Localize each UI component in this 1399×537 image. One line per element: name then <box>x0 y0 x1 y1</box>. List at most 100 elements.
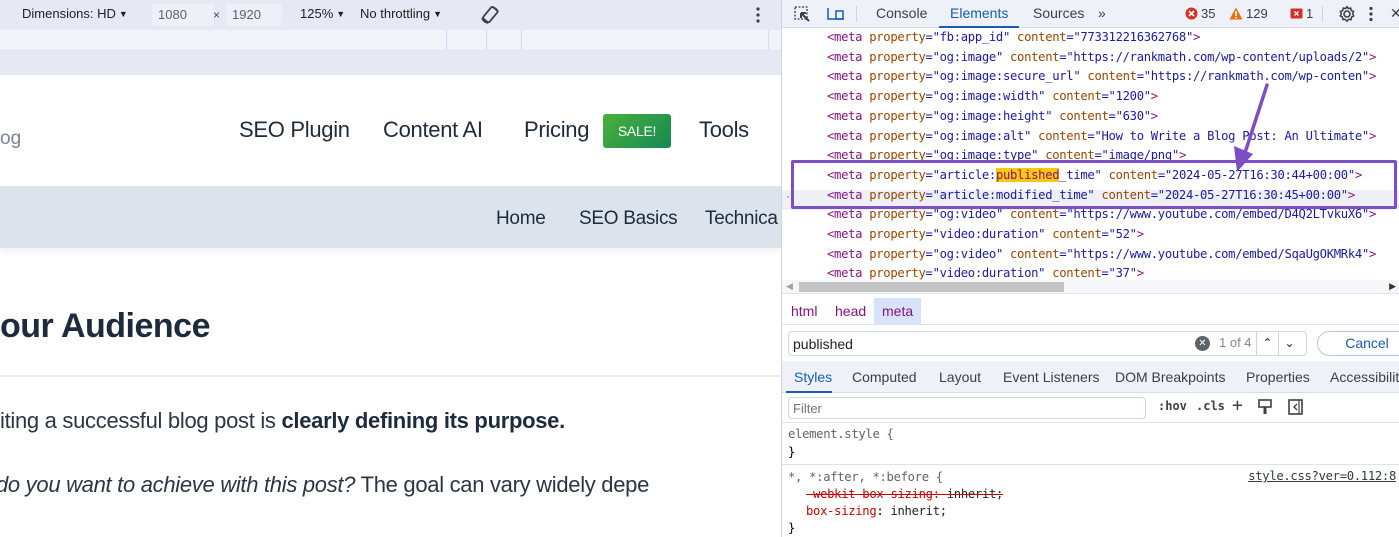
warnings-count: 129 <box>1246 6 1268 21</box>
media-query-marker[interactable] <box>768 30 769 50</box>
caret-down-icon: ▼ <box>336 9 346 19</box>
tag-close: > <box>1368 49 1376 64</box>
device-toggle-icon[interactable] <box>826 6 846 22</box>
attribute-value: fb:app_id <box>939 30 1004 44</box>
dom-node-meta[interactable]: <meta property="fb:app_id" content="7733… <box>827 30 1200 50</box>
attribute-value: 2024-05-27T16:30:45+00:00 <box>1164 187 1341 202</box>
article-paragraph: do you want to achieve with this post? T… <box>0 472 649 498</box>
clear-search-icon[interactable]: ✕ <box>1195 336 1210 351</box>
universal-selector[interactable]: *, *:after, *:before { <box>788 470 943 484</box>
attribute-name: property <box>869 227 926 241</box>
css-declaration-overridden[interactable]: -webkit-box-sizing: inherit; <box>806 487 1003 501</box>
devtools-menu-icon[interactable] <box>1368 5 1374 23</box>
attribute-name: content <box>1038 128 1088 143</box>
dom-node-meta[interactable]: <meta property="og:video" content="https… <box>827 207 1376 227</box>
more-tabs-button[interactable]: » <box>1098 5 1106 21</box>
stylesheet-source-link[interactable]: style.css?ver=0.112:8 <box>1248 469 1396 483</box>
attribute-value: https://www.youtube.com/embed/D4Q2LTvkuX… <box>1073 207 1362 222</box>
next-result-button[interactable]: ⌄ <box>1278 332 1300 355</box>
attribute-name: content <box>1059 108 1109 123</box>
device-toolbar: Dimensions: HD ▼ 1080 × 1920 125% ▼ No thr… <box>0 0 781 30</box>
media-query-marker[interactable] <box>446 30 447 50</box>
media-query-bar[interactable] <box>0 30 781 51</box>
more-options-icon[interactable] <box>754 5 762 25</box>
sale-badge[interactable]: SALE! <box>603 114 671 148</box>
dom-node-meta[interactable]: <meta property="og:image:secure_url" con… <box>827 69 1376 89</box>
dom-node-meta[interactable]: <meta property="og:video" content="https… <box>827 247 1376 267</box>
dom-node-meta[interactable]: <meta property="article:modified_time" c… <box>827 188 1355 208</box>
tab-layout[interactable]: Layout <box>939 369 981 385</box>
tab-elements[interactable]: Elements <box>950 5 1008 21</box>
attribute-name: property <box>869 148 926 163</box>
warnings-badge[interactable]: 129 <box>1229 6 1268 21</box>
attribute-value: og:video <box>939 246 997 261</box>
tab-dom-breakpoints[interactable]: DOM Breakpoints <box>1115 369 1225 385</box>
attribute-name: property <box>869 266 926 280</box>
row-marker[interactable]: ·· <box>786 189 796 203</box>
dom-node-meta[interactable]: <meta property="article:published_time" … <box>827 167 1362 188</box>
tab-computed[interactable]: Computed <box>852 369 917 385</box>
rotate-icon[interactable] <box>479 4 501 26</box>
closing-brace: } <box>788 445 796 459</box>
dimensions-dropdown[interactable]: Dimensions: HD ▼ <box>22 6 128 21</box>
attribute-value: article: <box>939 167 997 182</box>
media-query-marker[interactable] <box>486 30 487 50</box>
tag-close: > <box>1150 108 1158 123</box>
site-logo-text[interactable]: og <box>0 128 21 150</box>
tag-close: > <box>1368 207 1376 222</box>
tab-properties[interactable]: Properties <box>1246 369 1310 385</box>
cancel-search-button[interactable]: Cancel <box>1317 331 1399 356</box>
settings-gear-icon[interactable] <box>1338 5 1356 23</box>
throttling-dropdown[interactable]: No throttling ▼ <box>360 6 442 21</box>
attribute-value: og:image:type <box>939 148 1032 163</box>
tag-name: <meta <box>827 207 870 222</box>
nav-seo-plugin[interactable]: SEO Plugin <box>239 117 350 143</box>
zoom-dropdown[interactable]: 125% ▼ <box>300 6 345 21</box>
previous-result-button[interactable]: ⌃ <box>1256 332 1278 355</box>
paragraph-text: iting a successful blog post is <box>0 408 282 433</box>
dom-node-meta[interactable]: <meta property="og:image:type" content="… <box>827 148 1186 168</box>
subnav-seo-basics[interactable]: SEO Basics <box>579 208 678 230</box>
dom-node-meta[interactable]: <meta property="og:image:alt" content="H… <box>827 129 1376 149</box>
dom-node-meta[interactable]: <meta property="og:image:width" content=… <box>827 89 1158 109</box>
issues-badge[interactable]: 1 <box>1290 6 1313 21</box>
tab-event-listeners[interactable]: Event Listeners <box>1003 369 1100 385</box>
nav-tools[interactable]: Tools <box>699 117 749 143</box>
media-query-marker[interactable] <box>521 30 522 50</box>
class-toggle[interactable]: .cls <box>1196 399 1225 413</box>
dom-node-meta[interactable]: <meta property="video:duration" content=… <box>827 227 1144 247</box>
css-declaration[interactable]: box-sizing: inherit; <box>806 504 947 518</box>
nav-pricing[interactable]: Pricing <box>524 117 589 143</box>
devtools-tab-bar: Console Elements Sources » 35 129 1 ✕ <box>782 0 1399 28</box>
paint-brush-icon[interactable] <box>1258 399 1272 415</box>
issues-count: 1 <box>1306 6 1314 21</box>
breadcrumb-meta[interactable]: meta <box>874 298 922 324</box>
tab-console[interactable]: Console <box>876 5 927 21</box>
toggle-sidebar-icon[interactable] <box>1288 399 1303 415</box>
styles-filter-input[interactable] <box>788 397 1146 419</box>
tab-sources[interactable]: Sources <box>1033 5 1084 21</box>
dom-node-meta[interactable]: <meta property="og:image:height" content… <box>827 109 1158 129</box>
dom-node-meta[interactable]: <meta property="og:image" content="https… <box>827 50 1376 70</box>
tab-accessibility[interactable]: Accessibility <box>1330 369 1399 385</box>
subnav-home[interactable]: Home <box>496 208 546 230</box>
subnav-technical[interactable]: Technica <box>705 208 778 230</box>
scrollbar-thumb[interactable] <box>799 282 1064 292</box>
new-rule-plus-icon[interactable]: + <box>1232 395 1243 416</box>
horizontal-scrollbar[interactable]: ◀ ▶ <box>782 280 1399 294</box>
dom-tree[interactable]: ·· <meta property="fb:app_id" content="7… <box>782 28 1399 280</box>
height-input[interactable]: 1920 <box>226 4 282 26</box>
scroll-left-icon[interactable]: ◀ <box>786 281 793 292</box>
nav-content-ai[interactable]: Content AI <box>383 117 483 143</box>
width-input[interactable]: 1080 <box>152 4 214 26</box>
close-devtools-icon[interactable]: ✕ <box>1390 5 1399 22</box>
scroll-right-icon[interactable]: ▶ <box>1389 281 1396 292</box>
breadcrumb-html[interactable]: html <box>791 303 817 319</box>
breadcrumb-head[interactable]: head <box>835 303 866 319</box>
tab-styles[interactable]: Styles <box>794 369 832 385</box>
inspect-element-icon[interactable] <box>794 6 812 22</box>
element-style-selector[interactable]: element.style { <box>788 427 894 441</box>
hover-state-toggle[interactable]: :hov <box>1158 399 1187 413</box>
errors-badge[interactable]: 35 <box>1185 6 1215 21</box>
dom-node-meta[interactable]: <meta property="video:duration" content=… <box>827 266 1144 280</box>
